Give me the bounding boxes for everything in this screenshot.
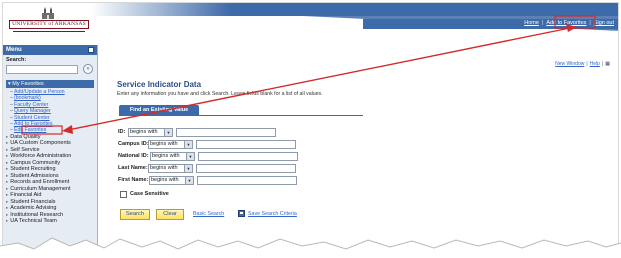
search-instructions: Enter any information you have and click… <box>117 91 323 97</box>
sign-out-link[interactable]: Sign out <box>594 20 614 26</box>
menu-title-bar: Menu <box>3 45 97 55</box>
tab-find-existing-value[interactable]: Find an Existing Value <box>119 105 199 115</box>
campus-id-operator-select[interactable]: begins with ▼ <box>148 140 193 149</box>
header: Home | Add to Favorites | Sign out UNIVERSIT… <box>3 3 618 39</box>
id-input[interactable] <box>176 128 276 137</box>
home-link[interactable]: Home <box>524 20 539 26</box>
id-operator-select[interactable]: begins with ▼ <box>128 128 173 137</box>
campus-id-label: Campus ID: <box>118 141 149 147</box>
id-label: ID: <box>118 129 126 135</box>
clear-button[interactable]: Clear <box>156 209 184 220</box>
case-sensitive-checkbox[interactable] <box>120 191 127 198</box>
national-id-label: National ID: <box>118 153 149 159</box>
campus-id-input[interactable] <box>196 140 296 149</box>
browser-frame: Home | Add to Favorites | Sign out UNIVERSIT… <box>2 2 619 256</box>
old-main-building-icon <box>42 7 54 19</box>
first-name-label: First Name: <box>118 177 149 183</box>
save-search-criteria-link[interactable]: Save Search Criteria <box>248 211 297 217</box>
dropdown-arrow-icon: ▼ <box>185 177 193 184</box>
last-name-input[interactable] <box>196 164 296 173</box>
search-go-icon[interactable]: » <box>83 64 93 74</box>
save-icon[interactable] <box>238 210 245 217</box>
tab-underline <box>119 115 363 116</box>
last-name-label: Last Name: <box>118 165 148 171</box>
menu-collapse-icon[interactable] <box>88 47 94 53</box>
dropdown-arrow-icon: ▼ <box>184 141 192 148</box>
search-button[interactable]: Search <box>120 209 150 220</box>
menu-panel: Menu Search: » ▾ My Favorites Add/Update… <box>3 45 98 255</box>
menu-search-label: Search: <box>6 57 27 63</box>
basic-search-link[interactable]: Basic Search <box>193 211 224 217</box>
customize-page-icon[interactable]: ▦ <box>605 61 610 67</box>
dropdown-arrow-icon: ▼ <box>184 165 192 172</box>
my-favorites-folder[interactable]: ▾ My Favorites <box>6 80 94 88</box>
header-links: Home | Add to Favorites | Sign out <box>524 20 614 26</box>
menu-item-ua-technical-team[interactable]: UA Technical Team <box>3 218 97 225</box>
first-name-operator-select[interactable]: begins with ▼ <box>149 176 194 185</box>
first-name-input[interactable] <box>197 176 297 185</box>
last-name-operator-select[interactable]: begins with ▼ <box>148 164 193 173</box>
menu-search-row: » <box>3 64 97 76</box>
add-to-favorites-link[interactable]: Add to Favorites <box>546 20 586 26</box>
logo-wordmark: UNIVERSITY of ARKANSAS <box>9 20 89 29</box>
new-window-link[interactable]: New Window <box>555 61 584 67</box>
national-id-input[interactable] <box>198 152 298 161</box>
menu-search-input[interactable] <box>6 65 78 74</box>
page-title: Service Indicator Data <box>117 80 202 89</box>
national-id-operator-select[interactable]: begins with ▼ <box>150 152 195 161</box>
help-link[interactable]: Help <box>590 61 600 67</box>
my-favorites-label: My Favorites <box>12 81 44 87</box>
dropdown-arrow-icon: ▼ <box>164 129 172 136</box>
university-logo: UNIVERSITY of ARKANSAS <box>9 6 89 38</box>
case-sensitive-label: Case Sensitive <box>130 191 169 197</box>
menu-title: Menu <box>6 47 22 53</box>
dropdown-arrow-icon: ▼ <box>186 153 194 160</box>
page-utility-links: New Window | Help | ▦ <box>555 61 610 67</box>
